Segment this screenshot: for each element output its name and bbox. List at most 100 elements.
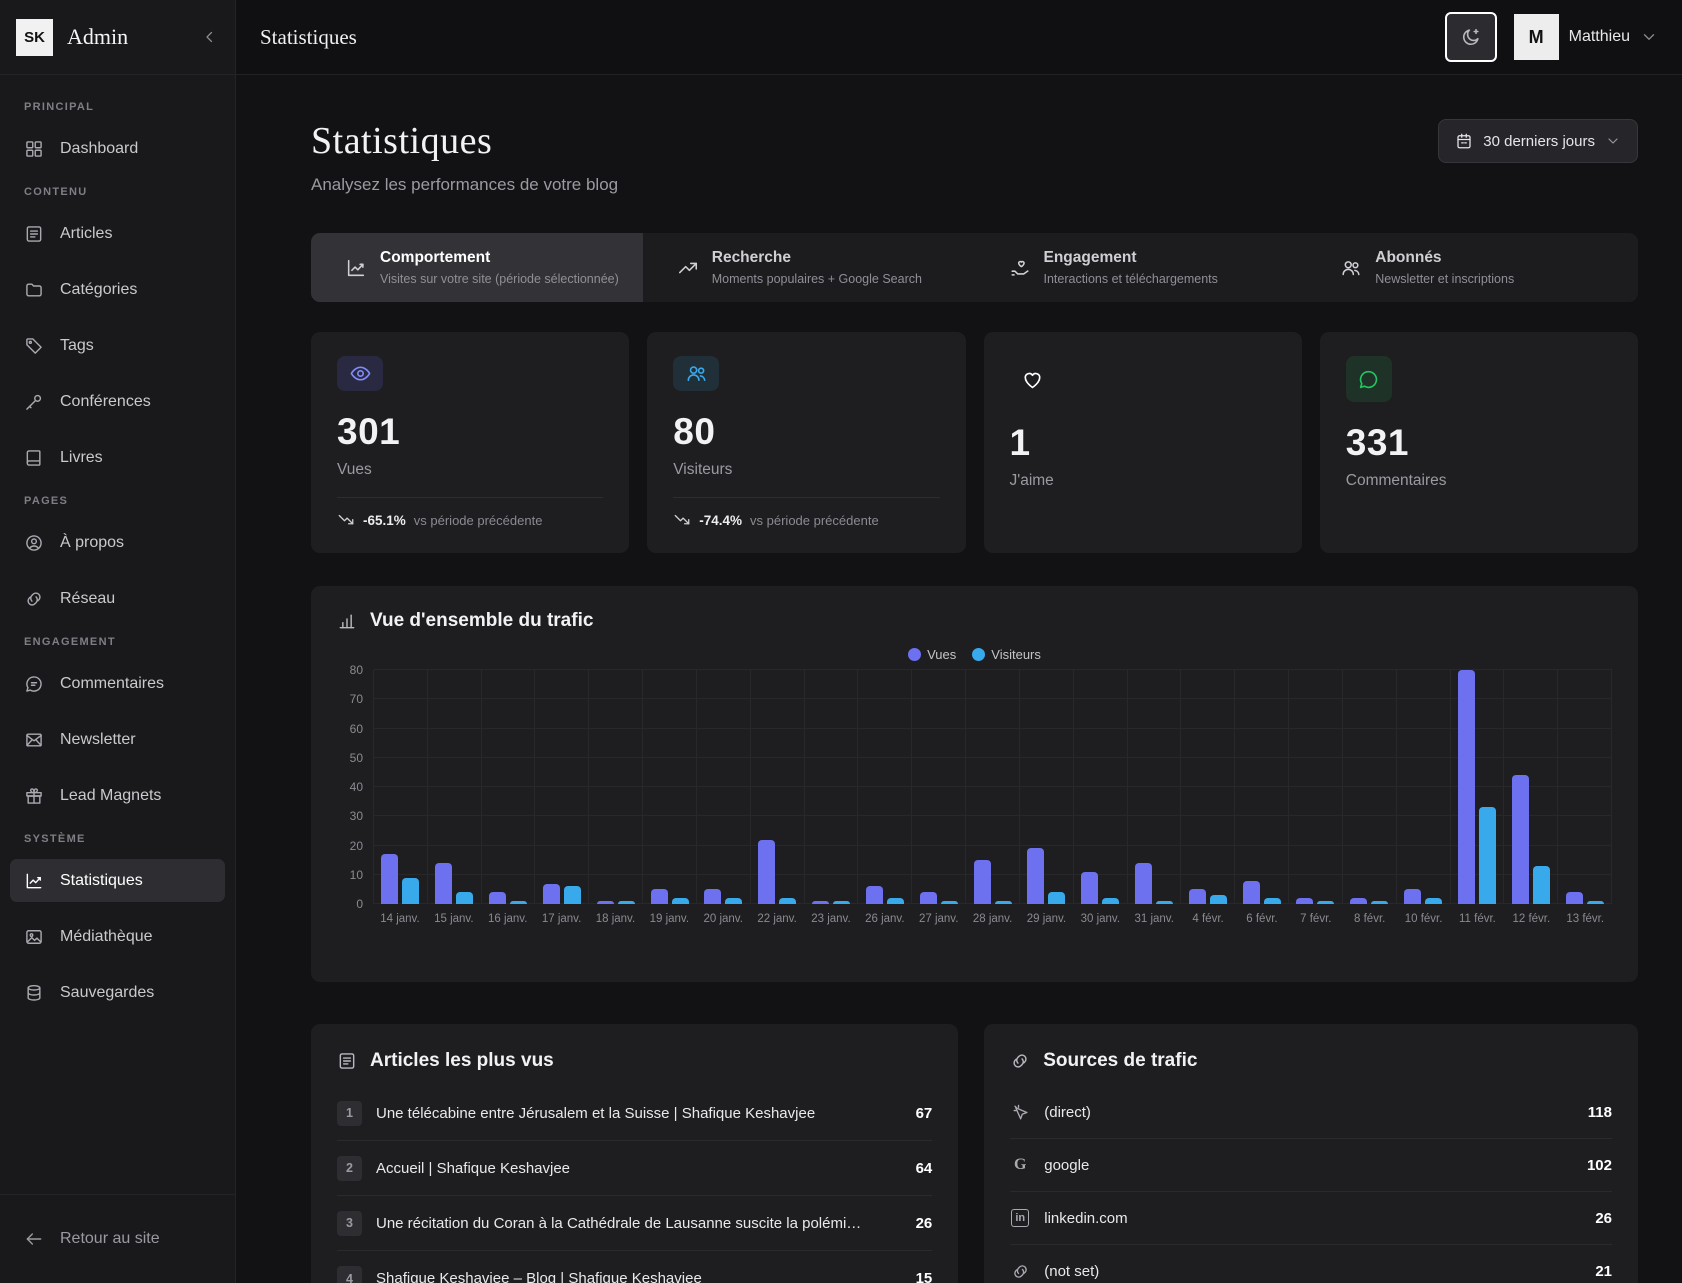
chevron-down-icon [1605, 133, 1621, 149]
bar-vues-29 janv.[interactable] [1027, 848, 1044, 904]
sidebar-item-label: Commentaires [60, 675, 164, 693]
section-label-pages: PAGES [10, 495, 225, 507]
article-row[interactable]: 1 Une télécabine entre Jérusalem et la S… [337, 1086, 932, 1141]
hand-heart-icon [1009, 257, 1031, 279]
period-selector-label: 30 derniers jours [1483, 133, 1595, 150]
theme-toggle-button[interactable] [1445, 12, 1497, 62]
article-row[interactable]: 3 Une récitation du Coran à la Cathédral… [337, 1196, 932, 1251]
sidebar-item-dashboard[interactable]: Dashboard [10, 127, 225, 170]
panel-title: Articles les plus vus [370, 1050, 554, 1072]
bar-vues-4 févr.[interactable] [1189, 889, 1206, 904]
bar-visiteurs-19 janv.[interactable] [672, 898, 689, 904]
bar-visiteurs-10 févr.[interactable] [1425, 898, 1442, 904]
section-label-engagement: ENGAGEMENT [10, 636, 225, 648]
sidebar-item-a-propos[interactable]: À propos [10, 521, 225, 564]
bar-visiteurs-16 janv.[interactable] [510, 901, 527, 904]
topbar-title: Statistiques [260, 25, 357, 50]
bar-vues-18 janv.[interactable] [597, 901, 614, 904]
sidebar-item-mediatheque[interactable]: Médiathèque [10, 915, 225, 958]
source-row: (direct) 118 [1010, 1086, 1612, 1139]
article-rank: 3 [337, 1211, 362, 1236]
sidebar-item-articles[interactable]: Articles [10, 212, 225, 255]
bar-vues-7 févr.[interactable] [1296, 898, 1313, 904]
bar-visiteurs-6 févr.[interactable] [1264, 898, 1281, 904]
document-icon [337, 1051, 357, 1071]
bar-vues-16 janv.[interactable] [489, 892, 506, 904]
bar-visiteurs-7 févr.[interactable] [1317, 901, 1334, 904]
bar-visiteurs-31 janv.[interactable] [1156, 901, 1173, 904]
bar-visiteurs-22 janv.[interactable] [779, 898, 796, 904]
period-selector-button[interactable]: 30 derniers jours [1438, 119, 1638, 163]
tab-engagement[interactable]: Engagement Interactions et téléchargemen… [975, 233, 1307, 302]
bar-vues-13 févr.[interactable] [1566, 892, 1583, 904]
x-tick-label: 6 févr. [1235, 913, 1289, 925]
bar-vues-22 janv.[interactable] [758, 840, 775, 904]
bar-vues-30 janv.[interactable] [1081, 872, 1098, 904]
tab-title: Recherche [712, 249, 922, 267]
y-tick-label: 50 [350, 751, 363, 765]
bar-vues-12 févr.[interactable] [1512, 775, 1529, 904]
bar-visiteurs-17 janv.[interactable] [564, 886, 581, 904]
bar-visiteurs-4 févr.[interactable] [1210, 895, 1227, 904]
bar-vues-27 janv.[interactable] [920, 892, 937, 904]
bar-vues-26 janv.[interactable] [866, 886, 883, 904]
sidebar-item-categories[interactable]: Catégories [10, 268, 225, 311]
bar-visiteurs-11 févr.[interactable] [1479, 807, 1496, 904]
bar-visiteurs-23 janv.[interactable] [833, 901, 850, 904]
x-tick-label: 12 févr. [1504, 913, 1558, 925]
bar-visiteurs-15 janv.[interactable] [456, 892, 473, 904]
document-icon [24, 224, 44, 244]
bar-visiteurs-27 janv.[interactable] [941, 901, 958, 904]
chart-column [751, 670, 805, 904]
sidebar-collapse-icon[interactable] [201, 28, 219, 46]
x-tick-label: 30 janv. [1073, 913, 1127, 925]
sidebar-item-conferences[interactable]: Conférences [10, 380, 225, 423]
sidebar-item-reseau[interactable]: Réseau [10, 577, 225, 620]
tab-abonnes[interactable]: Abonnés Newsletter et inscriptions [1306, 233, 1638, 302]
y-tick-label: 30 [350, 809, 363, 823]
bar-vues-28 janv.[interactable] [974, 860, 991, 904]
bar-visiteurs-8 févr.[interactable] [1371, 901, 1388, 904]
bar-vues-23 janv.[interactable] [812, 901, 829, 904]
source-row: G google 102 [1010, 1139, 1612, 1192]
source-row: in linkedin.com 26 [1010, 1192, 1612, 1245]
bar-visiteurs-30 janv.[interactable] [1102, 898, 1119, 904]
sidebar-item-newsletter[interactable]: Newsletter [10, 718, 225, 761]
tab-comportement[interactable]: Comportement Visites sur votre site (pér… [311, 233, 643, 302]
sidebar-item-livres[interactable]: Livres [10, 436, 225, 479]
bar-vues-10 févr.[interactable] [1404, 889, 1421, 904]
chart-area: 01020304050607080 [337, 670, 1612, 904]
tab-recherche[interactable]: Recherche Moments populaires + Google Se… [643, 233, 975, 302]
back-to-site-button[interactable]: Retour au site [0, 1194, 235, 1283]
bar-vues-15 janv.[interactable] [435, 863, 452, 904]
page-header: Statistiques Analysez les performances d… [311, 119, 1638, 195]
bar-vues-20 janv.[interactable] [704, 889, 721, 904]
mail-icon [24, 730, 44, 750]
x-tick-label: 10 févr. [1397, 913, 1451, 925]
bar-vues-6 févr.[interactable] [1243, 881, 1260, 904]
bar-vues-31 janv.[interactable] [1135, 863, 1152, 904]
chart-column [1289, 670, 1343, 904]
user-menu[interactable]: M Matthieu [1514, 14, 1658, 60]
bar-visiteurs-20 janv.[interactable] [725, 898, 742, 904]
sidebar-item-tags[interactable]: Tags [10, 324, 225, 367]
article-row[interactable]: 4 Shafique Keshavjee – Blog | Shafique K… [337, 1251, 932, 1283]
bar-visiteurs-14 janv.[interactable] [402, 878, 419, 904]
sidebar-item-statistiques[interactable]: Statistiques [10, 859, 225, 902]
bar-visiteurs-28 janv.[interactable] [995, 901, 1012, 904]
article-row[interactable]: 2 Accueil | Shafique Keshavjee 64 [337, 1141, 932, 1196]
bar-visiteurs-26 janv.[interactable] [887, 898, 904, 904]
bar-visiteurs-13 févr.[interactable] [1587, 901, 1604, 904]
bar-vues-17 janv.[interactable] [543, 884, 560, 904]
bar-vues-8 févr.[interactable] [1350, 898, 1367, 904]
article-rank: 4 [337, 1266, 362, 1283]
sidebar-item-lead-magnets[interactable]: Lead Magnets [10, 774, 225, 817]
bar-visiteurs-18 janv.[interactable] [618, 901, 635, 904]
bar-vues-14 janv.[interactable] [381, 854, 398, 904]
bar-visiteurs-29 janv.[interactable] [1048, 892, 1065, 904]
bar-visiteurs-12 févr.[interactable] [1533, 866, 1550, 904]
sidebar-item-sauvegardes[interactable]: Sauvegardes [10, 971, 225, 1014]
bar-vues-11 févr.[interactable] [1458, 670, 1475, 904]
sidebar-item-commentaires[interactable]: Commentaires [10, 662, 225, 705]
bar-vues-19 janv.[interactable] [651, 889, 668, 904]
